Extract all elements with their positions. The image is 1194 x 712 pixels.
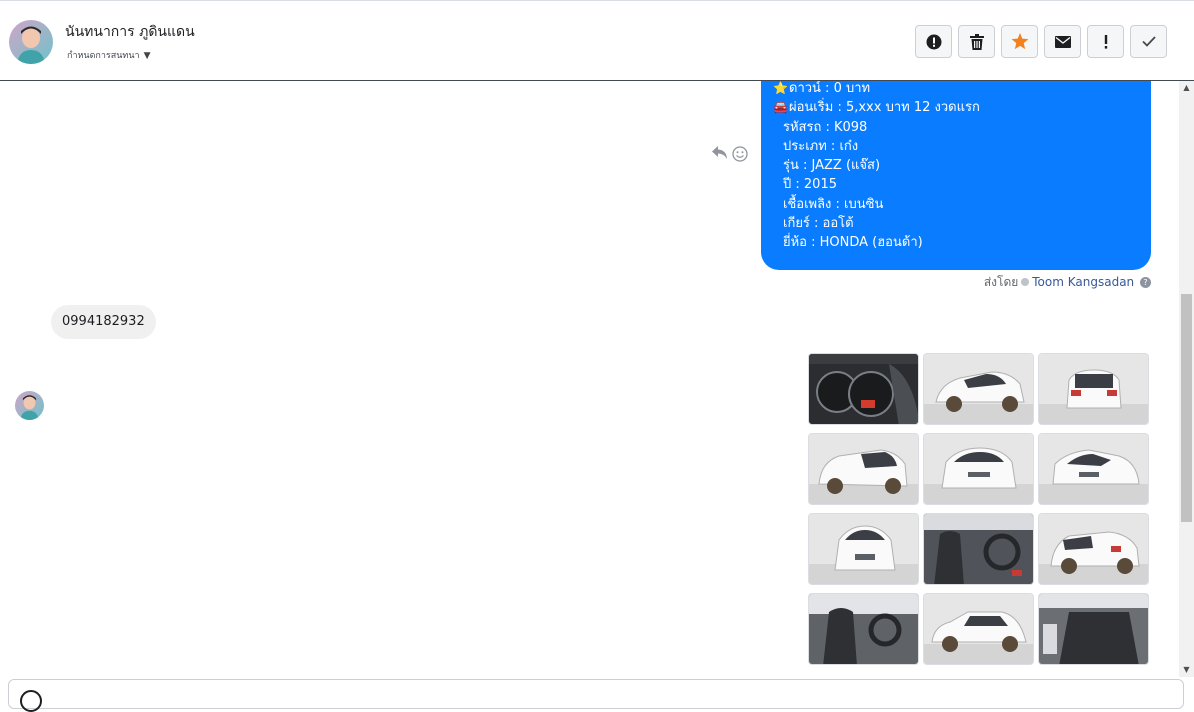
conversation-status-label: กำหนดการสนทนา	[67, 51, 140, 61]
scroll-up-arrow-icon[interactable]: ▲	[1179, 81, 1194, 95]
photo-car-front-left[interactable]	[923, 353, 1034, 425]
message-line: รหัสรถ : K098	[783, 119, 868, 135]
check-icon	[1141, 36, 1156, 47]
scroll-down-arrow-icon[interactable]: ▼	[1179, 663, 1194, 677]
exclamation-icon	[1104, 34, 1107, 49]
message-line: รุ่น : JAZZ (แจ๊ส)	[783, 158, 881, 174]
star-emoji-icon: ⭐	[773, 81, 788, 95]
photo-dashboard[interactable]	[808, 353, 919, 425]
sender-name[interactable]: Toom Kangsadan	[1032, 275, 1134, 289]
message-composer[interactable]	[8, 679, 1184, 712]
photo-car-rear[interactable]	[1038, 353, 1149, 425]
reply-icon[interactable]	[712, 146, 728, 160]
message-line: ⭐ดาวน์ : 0 บาท	[773, 81, 1151, 98]
envelope-icon	[1054, 35, 1071, 48]
conversation-header: นันทนาการ ภูดินแดน กำหนดการสนทนา▼ ▲ ▼	[0, 0, 1194, 81]
scroll-thumb[interactable]	[1181, 294, 1192, 522]
sender-status-dot-icon	[1021, 278, 1030, 286]
photo-interior-rear-seats[interactable]	[1038, 593, 1149, 665]
photo-car-rear-right[interactable]	[1038, 513, 1149, 585]
message-line: เชื้อเพลิง : เบนซิน	[783, 196, 884, 212]
star-button[interactable]	[1001, 25, 1038, 58]
done-button[interactable]	[1130, 25, 1167, 58]
photo-car-front-right[interactable]	[1038, 433, 1149, 505]
photo-interior-driver-seat[interactable]	[808, 593, 919, 665]
email-button[interactable]	[1044, 25, 1081, 58]
contact-avatar-small[interactable]	[15, 391, 44, 420]
photo-car-rear-left[interactable]	[808, 433, 919, 505]
add-attachment-icon[interactable]	[20, 690, 42, 712]
message-line: เกียร์ : ออโต้	[783, 216, 854, 232]
photo-car-front-straight[interactable]	[808, 513, 919, 585]
sent-by-prefix: ส่งโดย	[983, 275, 1019, 289]
sent-by-label: ส่งโดย Toom Kangsadan ?	[960, 273, 1151, 292]
conversation-status[interactable]: กำหนดการสนทนา ▼	[67, 48, 150, 62]
message-actions	[712, 146, 748, 162]
star-icon	[1011, 33, 1028, 50]
conversation-toolbar	[915, 25, 1167, 59]
caret-down-icon: ▼	[143, 51, 151, 61]
message-line: ปี : 2015	[783, 177, 837, 193]
message-line: ยี่ห้อ : HONDA (ฮอนด้า)	[783, 235, 923, 251]
car-emoji-icon: 🚘	[773, 100, 788, 115]
exclamation-circle-icon	[926, 34, 941, 49]
photo-interior-front-seats[interactable]	[923, 513, 1034, 585]
delete-button[interactable]	[958, 25, 995, 58]
help-question-icon[interactable]: ?	[1140, 277, 1151, 288]
message-line-text: ดาวน์ : 0 บาท	[789, 81, 871, 96]
message-thread[interactable]: ⭐ดาวน์ : 0 บาท 🚘ผ่อนเริ่ม : 5,xxx บาท 12…	[0, 81, 1179, 677]
trash-icon	[969, 33, 984, 50]
thread-scrollbar[interactable]: ▲ ▼	[1179, 81, 1194, 677]
message-line-text: ผ่อนเริ่ม : 5,xxx บาท 12 งวดแรก	[789, 100, 980, 116]
message-line: ประเภท : เก๋ง	[783, 138, 859, 154]
contact-avatar[interactable]	[9, 20, 53, 64]
photo-car-front[interactable]	[923, 433, 1034, 505]
contact-info: นันทนาการ ภูดินแดน กำหนดการสนทนา▼ ▲ ▼	[62, 16, 216, 68]
contact-name[interactable]: นันทนาการ ภูดินแดน	[65, 21, 195, 43]
spam-button[interactable]	[1087, 25, 1124, 58]
emoji-reaction-icon[interactable]	[732, 146, 748, 162]
alert-button[interactable]	[915, 25, 952, 58]
message-line: 🚘ผ่อนเริ่ม : 5,xxx บาท 12 งวดแรก	[773, 98, 1151, 117]
photo-car-side[interactable]	[923, 593, 1034, 665]
incoming-message-bubble[interactable]: 0994182932	[51, 305, 156, 339]
outgoing-message-bubble[interactable]: ⭐ดาวน์ : 0 บาท 🚘ผ่อนเริ่ม : 5,xxx บาท 12…	[761, 81, 1151, 270]
